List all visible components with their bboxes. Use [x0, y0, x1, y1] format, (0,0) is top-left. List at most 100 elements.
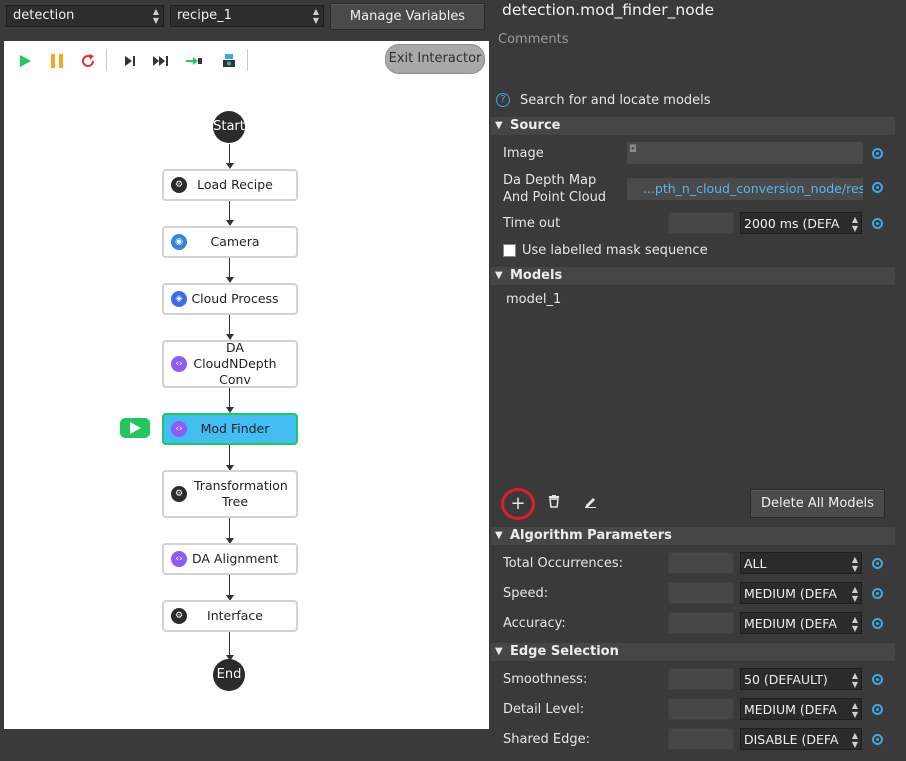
- smoothness-input[interactable]: [668, 668, 734, 690]
- select-arrows-icon: ▲ ▼: [851, 701, 858, 719]
- pause-icon[interactable]: [48, 53, 66, 69]
- link-target-icon[interactable]: [872, 148, 883, 159]
- code-icon: ‹›: [171, 551, 187, 567]
- smoothness-label: Smoothness:: [503, 672, 588, 687]
- accuracy-value: MEDIUM (DEFA: [744, 616, 837, 631]
- detail-level-select[interactable]: MEDIUM (DEFA ▲ ▼: [740, 698, 862, 720]
- collapse-icon: ▼: [495, 120, 503, 131]
- accuracy-select[interactable]: MEDIUM (DEFA ▲ ▼: [740, 612, 862, 634]
- select-arrows-icon: ▲ ▼: [312, 7, 319, 25]
- exit-interactor-button[interactable]: Exit Interactor: [385, 44, 485, 74]
- manage-variables-button[interactable]: Manage Variables: [330, 3, 485, 30]
- debug-node-icon[interactable]: [220, 53, 238, 69]
- toolbar-divider: [247, 49, 248, 71]
- shared-edge-select[interactable]: DISABLE (DEFA ▲ ▼: [740, 728, 862, 750]
- accuracy-label: Accuracy:: [503, 616, 566, 631]
- link-target-icon[interactable]: [872, 588, 883, 599]
- section-models[interactable]: ▼ Models: [491, 267, 895, 285]
- select-arrows-icon: ▲ ▼: [851, 671, 858, 689]
- link-target-icon[interactable]: [872, 618, 883, 629]
- smoothness-select[interactable]: 50 (DEFAULT) ▲ ▼: [740, 668, 862, 690]
- mask-sequence-checkbox[interactable]: [503, 244, 516, 257]
- recipe-select[interactable]: recipe_1 ▲ ▼: [170, 5, 324, 27]
- detail-level-label: Detail Level:: [503, 702, 585, 717]
- end-node[interactable]: End: [213, 659, 245, 691]
- select-arrows-icon: ▲ ▼: [851, 585, 858, 603]
- speed-value: MEDIUM (DEFA: [744, 586, 837, 601]
- link-target-icon[interactable]: [872, 704, 883, 715]
- link-target-icon[interactable]: [872, 558, 883, 569]
- help-icon[interactable]: ?: [496, 93, 510, 107]
- comments-field[interactable]: Comments: [498, 32, 568, 47]
- flow-node-da-alignment[interactable]: ‹› DA Alignment: [162, 543, 298, 575]
- link-target-icon[interactable]: [872, 674, 883, 685]
- detail-level-value: MEDIUM (DEFA: [744, 702, 837, 717]
- project-select[interactable]: detection ▲ ▼: [6, 5, 164, 27]
- link-target-icon[interactable]: [872, 218, 883, 229]
- select-arrows-icon: ▲ ▼: [152, 7, 159, 25]
- code-icon: ‹›: [171, 421, 187, 437]
- depth-map-field[interactable]: ...pth_n_cloud_conversion_node/result: [627, 178, 863, 200]
- speed-select[interactable]: MEDIUM (DEFA ▲ ▼: [740, 582, 862, 604]
- run-to-node-icon[interactable]: [185, 53, 203, 69]
- speed-input[interactable]: [668, 582, 734, 604]
- section-title: Algorithm Parameters: [510, 528, 672, 543]
- gear-icon: ⚙: [171, 608, 187, 624]
- flow-node-interface[interactable]: ⚙ Interface: [162, 600, 298, 632]
- start-node[interactable]: Start: [213, 111, 245, 143]
- step-icon[interactable]: [121, 53, 139, 69]
- code-icon: ‹›: [171, 356, 187, 372]
- help-text: Search for and locate models: [520, 93, 711, 108]
- select-arrows-icon: ▲ ▼: [851, 731, 858, 749]
- flow-node-transformation-tree[interactable]: ⚙ Transformation Tree: [162, 470, 298, 518]
- node-label: Interface: [207, 608, 263, 623]
- node-label: DA CloudNDepth Conv: [193, 340, 277, 387]
- select-arrows-icon: ▲ ▼: [851, 555, 858, 573]
- flow-node-mod-finder[interactable]: ‹› Mod Finder: [162, 413, 298, 445]
- play-icon[interactable]: [16, 53, 34, 69]
- add-model-icon[interactable]: +: [507, 493, 529, 515]
- link-target-icon[interactable]: [872, 182, 883, 193]
- model-list-item[interactable]: model_1: [506, 292, 561, 307]
- flow-node-camera[interactable]: ◉ Camera: [162, 226, 298, 258]
- camera-icon: ◉: [171, 234, 187, 250]
- total-occurrences-input[interactable]: [668, 552, 734, 574]
- timeout-select[interactable]: 2000 ms (DEFA ▲ ▼: [740, 212, 862, 234]
- section-title: Models: [510, 268, 563, 283]
- flow-node-da-cloudndepth-conv[interactable]: ‹› DA CloudNDepth Conv: [162, 340, 298, 388]
- gear-icon: ⚙: [171, 177, 187, 193]
- current-node-marker: [120, 418, 150, 438]
- flow-node-load-recipe[interactable]: ⚙ Load Recipe: [162, 169, 298, 201]
- gear-icon: ⚙: [171, 486, 187, 502]
- fast-forward-icon[interactable]: [152, 53, 170, 69]
- detail-level-input[interactable]: [668, 698, 734, 720]
- edit-model-icon[interactable]: [579, 493, 601, 515]
- accuracy-input[interactable]: [668, 612, 734, 634]
- node-label: Mod Finder: [200, 421, 270, 436]
- timeout-input[interactable]: [668, 212, 734, 234]
- play-icon: [130, 422, 141, 434]
- section-title: Source: [510, 118, 561, 133]
- section-edge-selection[interactable]: ▼ Edge Selection: [491, 643, 895, 661]
- link-target-icon[interactable]: [872, 734, 883, 745]
- node-label: DA Alignment: [192, 551, 278, 566]
- flow-node-cloud-process[interactable]: ◈ Cloud Process: [162, 283, 298, 315]
- total-occurrences-select[interactable]: ALL ▲ ▼: [740, 552, 862, 574]
- node-label: Transformation Tree: [194, 478, 288, 509]
- shared-edge-input[interactable]: [668, 728, 734, 750]
- delete-all-models-button[interactable]: Delete All Models: [750, 489, 885, 518]
- section-title: Edge Selection: [510, 644, 619, 659]
- depth-map-label: Da Depth Map And Point Cloud: [503, 173, 607, 205]
- section-algorithm-parameters[interactable]: ▼ Algorithm Parameters: [491, 527, 895, 545]
- timeout-value: 2000 ms (DEFA: [744, 216, 840, 231]
- shared-edge-value: DISABLE (DEFA: [744, 732, 839, 747]
- toolbar-divider: [106, 49, 107, 71]
- image-label: Image: [503, 146, 544, 161]
- node-label: Camera: [210, 234, 260, 249]
- flow-canvas[interactable]: Exit Interactor Start End ⚙ Load Recipe …: [4, 41, 489, 729]
- restart-icon[interactable]: [79, 53, 97, 69]
- delete-model-icon[interactable]: [543, 493, 565, 515]
- image-field[interactable]: ◘: [627, 142, 863, 164]
- section-source[interactable]: ▼ Source: [491, 117, 895, 135]
- smoothness-value: 50 (DEFAULT): [744, 672, 828, 687]
